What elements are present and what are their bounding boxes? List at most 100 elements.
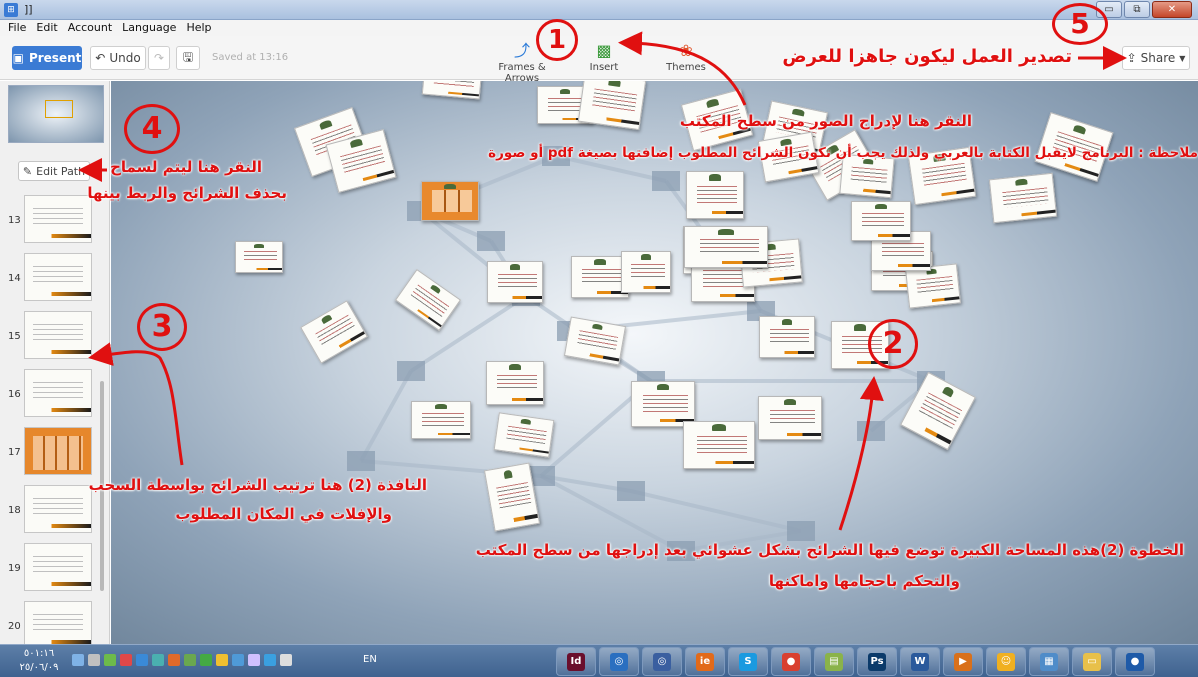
taskbar-messenger[interactable]: ☺ — [986, 647, 1026, 676]
menu-edit[interactable]: Edit — [36, 20, 57, 36]
insert-note: النقر هنا لإدراج الصور من سطح المكتب — [679, 112, 972, 130]
taskbar-disc-app-2[interactable]: ◎ — [642, 647, 682, 676]
tray-icon[interactable] — [104, 654, 116, 666]
present-label: Present — [28, 51, 82, 65]
tray-icon[interactable] — [88, 654, 100, 666]
undo-button[interactable]: ↶ Undo — [90, 46, 146, 70]
redo-button[interactable]: ↷ — [148, 46, 170, 70]
menu-account[interactable]: Account — [68, 20, 112, 36]
network-node — [347, 451, 375, 471]
sidebar-slide-16[interactable]: 16 — [0, 367, 110, 419]
menu-help[interactable]: Help — [186, 20, 211, 36]
language-indicator[interactable]: EN — [363, 654, 377, 665]
taskbar-media-player[interactable]: ▶ — [943, 647, 983, 676]
tray-icon[interactable] — [232, 654, 244, 666]
menu-language[interactable]: Language — [122, 20, 176, 36]
save-button[interactable]: 🖫 — [176, 46, 200, 70]
menu-file[interactable]: File — [8, 20, 26, 36]
taskbar-apps: Id ◎ ◎ ie S ● ▤ Ps W ▶ ☺ ▦ ▭ ● — [556, 647, 1155, 676]
tray-icon[interactable] — [216, 654, 228, 666]
canvas-slide[interactable] — [683, 421, 755, 469]
network-node — [652, 171, 680, 191]
taskbar-indesign[interactable]: Id — [556, 647, 596, 676]
canvas-slide[interactable] — [411, 401, 471, 439]
sidebar-slide-17[interactable]: 17 — [0, 425, 110, 477]
slide-number: 20 — [8, 621, 21, 632]
taskbar-clock[interactable]: ٥٠١:١٦ ٢٥/٠٦/٠٩ — [14, 647, 64, 675]
present-icon: ▣ — [12, 51, 24, 65]
title-bar: ⊞ ]] ▭ ⧉ ✕ — [0, 0, 1198, 20]
explorer-icon: ▭ — [1083, 652, 1101, 671]
undo-label: Undo — [109, 51, 141, 65]
clock-time: ٥٠١:١٦ — [23, 648, 55, 659]
share-button[interactable]: ⇪ Share ▼ — [1122, 46, 1190, 70]
sidebar-slide-15[interactable]: 15 — [0, 309, 110, 361]
presentation-canvas[interactable] — [111, 81, 1198, 644]
edit-path-button[interactable]: ✎ Edit Path — [18, 161, 90, 181]
slide-number: 19 — [8, 563, 21, 574]
sidebar-slide-20[interactable]: 20 — [0, 599, 110, 644]
sidebar-slide-19[interactable]: 19 — [0, 541, 110, 593]
language-note: ملاحظة : البرنامج لايقبل الكتابة بالعربي… — [488, 145, 1198, 161]
taskbar-folder-app[interactable]: ▤ — [814, 647, 854, 676]
canvas-slide[interactable] — [487, 261, 543, 303]
network-lines — [347, 146, 945, 561]
slide-number: 18 — [8, 505, 21, 516]
tray-icon[interactable] — [120, 654, 132, 666]
disc-app-icon: ◎ — [610, 652, 628, 671]
tray-icon[interactable] — [168, 654, 180, 666]
tray-icon[interactable] — [152, 654, 164, 666]
canvas-slide[interactable] — [493, 412, 555, 458]
taskbar-word[interactable]: W — [900, 647, 940, 676]
sidebar-slide-14[interactable]: 14 — [0, 251, 110, 303]
slide-thumbnail — [24, 485, 92, 533]
canvas-slide[interactable] — [758, 396, 822, 440]
overview-thumbnail[interactable] — [8, 85, 104, 143]
maximize-button[interactable]: ⧉ — [1124, 1, 1150, 18]
canvas-slide[interactable] — [486, 361, 544, 405]
disc-app-2-icon: ◎ — [653, 652, 671, 671]
app-icon: ⊞ — [4, 3, 18, 17]
canvas-slide[interactable] — [759, 316, 815, 358]
indesign-icon: Id — [567, 652, 585, 671]
taskbar-photoshop[interactable]: Ps — [857, 647, 897, 676]
tray-icon[interactable] — [72, 654, 84, 666]
taskbar-explorer[interactable]: ▭ — [1072, 647, 1112, 676]
canvas-slide[interactable] — [684, 226, 768, 268]
themes-icon: ❀ — [679, 41, 693, 60]
canvas-slide[interactable] — [235, 241, 283, 273]
calculator-icon: ▦ — [1040, 652, 1058, 671]
step2-note-line1: الخطوة (2)هذه المساحة الكبيرة توضع فيها … — [475, 541, 1184, 559]
redo-icon: ↷ — [153, 51, 165, 65]
tray-icon[interactable] — [200, 654, 212, 666]
taskbar-chrome[interactable]: ● — [771, 647, 811, 676]
canvas-slide[interactable] — [621, 251, 671, 293]
taskbar-firefox[interactable]: ● — [1115, 647, 1155, 676]
canvas-slide[interactable] — [421, 181, 479, 221]
taskbar-skype[interactable]: S — [728, 647, 768, 676]
folder-app-icon: ▤ — [825, 652, 843, 671]
canvas-slide[interactable] — [686, 171, 744, 219]
taskbar-disc-app[interactable]: ◎ — [599, 647, 639, 676]
present-button[interactable]: ▣ Present — [12, 46, 82, 70]
themes-button[interactable]: ❀ Themes — [650, 41, 722, 74]
insert-button[interactable]: ▩ Insert — [568, 42, 640, 74]
themes-label: Themes — [666, 62, 706, 73]
canvas-slide[interactable] — [577, 81, 647, 131]
export-note: تصدير العمل ليكون جاهزا للعرض — [782, 46, 1072, 67]
saved-status: Saved at 13:16 — [212, 52, 289, 63]
slide-thumbnail — [24, 601, 92, 644]
tray-icon[interactable] — [184, 654, 196, 666]
slide-list: 13 14 15 16 17 18 19 20 — [0, 193, 110, 644]
taskbar-calculator[interactable]: ▦ — [1029, 647, 1069, 676]
close-button[interactable]: ✕ — [1152, 1, 1192, 18]
tray-icon[interactable] — [136, 654, 148, 666]
menu-bar: File Edit Account Language Help — [0, 20, 1198, 36]
edit-path-label: Edit Path — [36, 164, 86, 178]
canvas-slide[interactable] — [988, 172, 1058, 224]
tray-icon[interactable] — [264, 654, 276, 666]
tray-icon[interactable] — [248, 654, 260, 666]
taskbar-browser-app[interactable]: ie — [685, 647, 725, 676]
canvas-slide[interactable] — [851, 201, 911, 241]
tray-icon[interactable] — [280, 654, 292, 666]
